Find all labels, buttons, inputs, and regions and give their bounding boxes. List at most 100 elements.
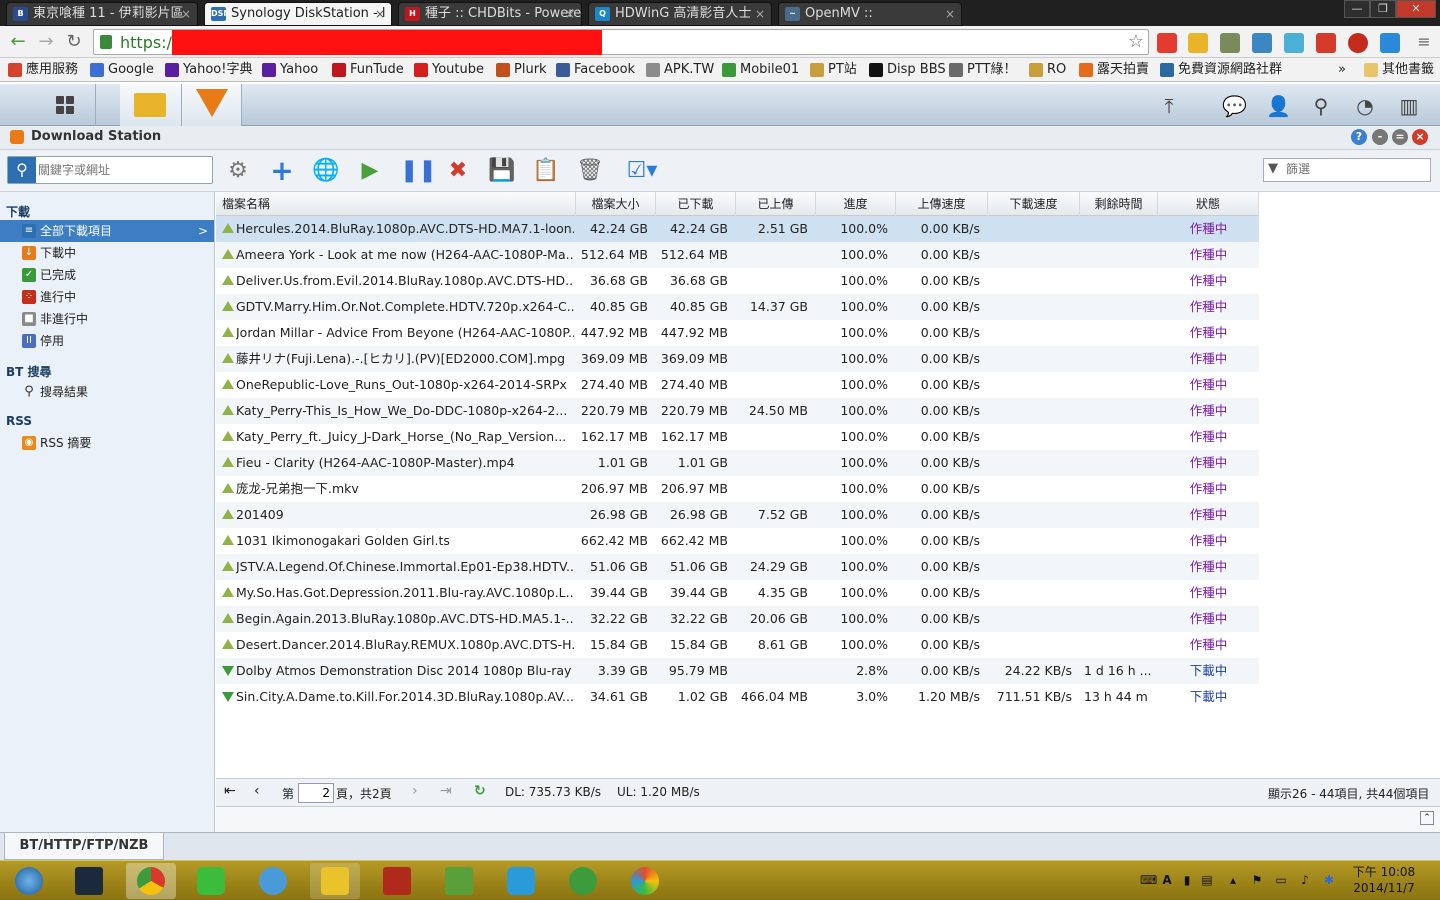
sidebar-item-2[interactable]: ✓ 已完成	[0, 264, 214, 286]
filter-input[interactable]	[1286, 162, 1426, 176]
taskbar-app-10[interactable]	[620, 863, 670, 899]
browser-tab[interactable]: B 東京喰種 11 - 伊莉影片區 ×	[6, 2, 198, 26]
tab-close-icon[interactable]: ×	[565, 3, 575, 25]
bookmark-item[interactable]: PT站	[810, 61, 857, 79]
folder-extension-icon[interactable]	[1188, 33, 1208, 53]
sidebar-item-5[interactable]: II 停用	[0, 330, 214, 352]
first-page-icon[interactable]: ⇤	[224, 783, 236, 799]
close-window-button[interactable]: ✕	[1396, 0, 1436, 18]
prev-page-icon[interactable]: ‹	[254, 783, 260, 799]
table-row[interactable]: Desert.Dancer.2014.BluRay.REMUX.1080p.AV…	[216, 632, 1259, 658]
page-number-input[interactable]	[298, 783, 334, 803]
bookmark-item[interactable]: Yahoo	[262, 61, 318, 79]
file-station-button[interactable]	[120, 84, 182, 126]
clear-completed-button[interactable]: 🗑	[576, 157, 604, 185]
bookmark-item[interactable]: Google	[90, 61, 154, 79]
adblock-extension-icon[interactable]	[1348, 33, 1368, 53]
search-icon[interactable]: ⚲	[1310, 95, 1332, 117]
sidebar-item-0[interactable]: ≡ 全部下載項目 >	[0, 220, 214, 242]
taskbar-chrome[interactable]	[126, 863, 176, 899]
other-bookmarks[interactable]: 其他書籤	[1364, 61, 1434, 79]
bookmark-item[interactable]: Facebook	[556, 61, 635, 79]
table-row[interactable]: Jordan Millar - Advice From Beyone (H264…	[216, 320, 1259, 346]
dsm-extension-icon[interactable]	[1380, 33, 1400, 53]
chat-icon[interactable]: 💬	[1222, 95, 1247, 117]
resume-button[interactable]: ▶	[356, 157, 384, 185]
minimize-window-button[interactable]: —	[1344, 0, 1370, 18]
ime-icon[interactable]: ⌨	[1140, 873, 1157, 887]
table-row[interactable]: Ameera York - Look at me now (H264-AAC-1…	[216, 242, 1259, 268]
table-row[interactable]: Deliver.Us.from.Evil.2014.BluRay.1080p.A…	[216, 268, 1259, 294]
tab-bt-http-ftp-nzb[interactable]: BT/HTTP/FTP/NZB	[4, 833, 164, 860]
bookmark-item[interactable]: APK.TW	[646, 61, 714, 79]
restore-icon[interactable]: =	[1392, 129, 1408, 145]
column-header[interactable]: 檔案名稱	[216, 192, 576, 216]
bluetooth-icon[interactable]: ✱	[1322, 873, 1336, 887]
column-header[interactable]: 進度	[816, 192, 896, 216]
table-row[interactable]: Sin.City.A.Dame.to.Kill.For.2014.3D.BluR…	[216, 684, 1259, 710]
main-menu-button[interactable]	[36, 84, 96, 126]
help-icon[interactable]: ?	[1351, 129, 1367, 145]
search-input[interactable]	[38, 161, 208, 179]
next-page-icon[interactable]: ›	[412, 783, 418, 799]
add-task-button[interactable]: +	[268, 157, 296, 185]
browser-tab[interactable]: DSM Synology DiskStation - l ×	[204, 2, 392, 26]
table-row[interactable]: 201409 26.98 GB 26.98 GB 7.52 GB 100.0% 0.00 …	[216, 502, 1259, 528]
reload-icon[interactable]: ↻	[64, 32, 84, 52]
table-row[interactable]: Hercules.2014.BluRay.1080p.AVC.DTS-HD.MA…	[216, 216, 1259, 242]
ime-mode-icon[interactable]: A	[1160, 873, 1174, 887]
column-header[interactable]: 狀態	[1158, 192, 1259, 216]
table-row[interactable]: 藤井リナ(Fuji.Lena).-.[ヒカリ].(PV)[ED2000.COM]…	[216, 346, 1259, 372]
bookmark-item[interactable]: RO	[1029, 61, 1066, 79]
system-clock[interactable]: 下午 10:08 2014/11/7	[1348, 864, 1420, 896]
display-icon[interactable]: ▭	[1274, 873, 1288, 887]
filter-box[interactable]: ▼	[1263, 158, 1431, 182]
column-header[interactable]: 下載速度	[988, 192, 1080, 216]
taskbar-app-7[interactable]	[434, 863, 484, 899]
sidebar-item-4[interactable]: ■ 非進行中	[0, 308, 214, 330]
sidebar-item-1[interactable]: ↓ 下載中	[0, 242, 214, 264]
chrome-menu-icon[interactable]: ≡	[1414, 32, 1434, 52]
taskbar-app-8[interactable]	[496, 863, 546, 899]
taskbar-app-6[interactable]	[372, 863, 422, 899]
tab-close-icon[interactable]: ×	[945, 3, 955, 25]
table-row[interactable]: Begin.Again.2013.BluRay.1080p.AVC.DTS-HD…	[216, 606, 1259, 632]
table-row[interactable]: JSTV.A.Legend.Of.Chinese.Immortal.Ep01-E…	[216, 554, 1259, 580]
browser-tab[interactable]: Q HDWinG 高清影音人士 ×	[588, 2, 772, 26]
expand-panel-icon[interactable]: ⌃	[1420, 811, 1434, 825]
sidebar-item-rss[interactable]: ◉ RSS 摘要	[0, 432, 214, 454]
user-icon[interactable]: 👤	[1266, 95, 1291, 117]
column-header[interactable]: 檔案大小	[576, 192, 656, 216]
table-row[interactable]: OneRepublic-Love_Runs_Out-1080p-x264-201…	[216, 372, 1259, 398]
taskbar-app-4[interactable]	[248, 863, 298, 899]
settings-gear-icon[interactable]: ⚙	[224, 157, 252, 185]
table-row[interactable]: Fieu - Clarity (H264-AAC-1080P-Master).m…	[216, 450, 1259, 476]
download-station-button[interactable]	[182, 84, 242, 126]
flag-icon[interactable]: ⚑	[1250, 873, 1264, 887]
tray-expand-icon[interactable]: ▴	[1226, 873, 1240, 887]
bookmark-item[interactable]: PTT綠！	[949, 61, 1017, 79]
table-row[interactable]: Katy_Perry_ft._Juicy_J-Dark_Horse_(No_Ra…	[216, 424, 1259, 450]
bookmark-item[interactable]: Youtube	[414, 61, 484, 79]
address-bar[interactable]: https:// ☆	[93, 29, 1149, 55]
upload-icon[interactable]: ⤒	[1158, 95, 1180, 117]
select-dropdown-button[interactable]: ☑▾	[624, 157, 660, 185]
bookmark-item[interactable]: FunTude	[332, 61, 404, 79]
table-row[interactable]: Katy_Perry-This_Is_How_We_Do-DDC-1080p-x…	[216, 398, 1259, 424]
table-row[interactable]: Dolby Atmos Demonstration Disc 2014 1080…	[216, 658, 1259, 684]
bookmark-star-icon[interactable]: ☆	[1128, 31, 1144, 52]
table-row[interactable]: GDTV.Marry.Him.Or.Not.Complete.HDTV.720p…	[216, 294, 1259, 320]
browser-tab[interactable]: ~ OpenMV :: ×	[778, 2, 962, 26]
search-box[interactable]: ⚲	[7, 156, 213, 184]
sidebar-item-search-results[interactable]: ⚲ 搜尋結果	[0, 381, 214, 403]
tab-close-icon[interactable]: ×	[755, 3, 765, 25]
column-header[interactable]: 剩餘時間	[1080, 192, 1158, 216]
ime-settings-icon[interactable]: ▤	[1200, 873, 1214, 887]
bookmark-item[interactable]: Mobile01	[722, 61, 799, 79]
taskbar-line[interactable]	[186, 863, 236, 899]
table-row[interactable]: My.So.Has.Got.Depression.2011.Blu-ray.AV…	[216, 580, 1259, 606]
table-row[interactable]: 1031 Ikimonogakari Golden Girl.ts 662.42 …	[216, 528, 1259, 554]
ime-width-icon[interactable]: ▮	[1180, 873, 1194, 887]
save-button[interactable]: 💾	[488, 157, 516, 185]
edit-clipboard-button[interactable]: 📋	[532, 157, 560, 185]
